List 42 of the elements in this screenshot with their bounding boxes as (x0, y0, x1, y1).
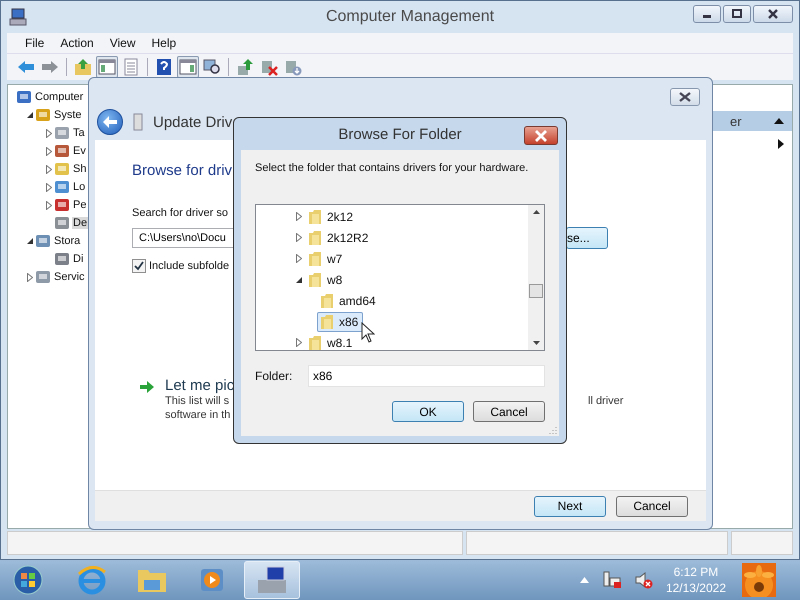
tree-item[interactable]: Ta (72, 127, 86, 139)
heading: Browse for driv (132, 162, 232, 179)
cancel-button[interactable]: Cancel (473, 401, 545, 422)
folder-item[interactable]: w7 (305, 248, 348, 268)
menu-item[interactable]: Action (52, 36, 102, 50)
next-button[interactable]: Next (534, 496, 606, 516)
folder-item[interactable]: w8 (305, 270, 348, 290)
description-text: software in th (165, 408, 230, 422)
tree-item[interactable]: Pe (72, 199, 88, 211)
cancel-button[interactable]: Cancel (616, 496, 688, 516)
header-text: er (730, 114, 742, 128)
field-label: Search for driver so (132, 207, 228, 219)
tree-item[interactable]: Lo (72, 181, 86, 193)
folder-item[interactable]: x86 (317, 312, 364, 332)
tree-item[interactable]: Di (72, 253, 84, 265)
tree-item[interactable]: Servic (53, 271, 86, 283)
tree-item[interactable]: Computer (34, 91, 84, 103)
folder-field[interactable]: x86 (308, 365, 545, 387)
description-text: ll driver (588, 394, 624, 408)
menu-item[interactable]: File (17, 36, 52, 50)
field-label: Folder: (255, 369, 294, 383)
menu-item[interactable]: Help (144, 36, 184, 50)
dialog-title: Browse For Folder (338, 126, 462, 142)
ok-button[interactable]: OK (392, 401, 464, 422)
folder-item[interactable]: 2k12 (305, 206, 358, 226)
checkbox-label: Include subfolde (149, 260, 230, 272)
menu-item[interactable]: View (102, 36, 144, 50)
tree-item[interactable]: Stora (53, 235, 82, 247)
tree-item[interactable]: Syste (53, 109, 83, 121)
date-text: 12/13/2022 (666, 580, 726, 596)
instruction-text: Select the folder that contains drivers for your hardware. (255, 162, 530, 174)
dialog-title: Update Driv (153, 114, 232, 130)
folder-item[interactable]: amd64 (317, 290, 381, 310)
browse-button[interactable]: se... (566, 227, 608, 249)
time-text: 6:12 PM (674, 564, 718, 580)
tree-item[interactable]: De (72, 217, 88, 229)
window-title: Computer Management (324, 8, 496, 26)
folder-item[interactable]: w8.1 (305, 332, 358, 350)
folder-item[interactable]: 2k12R2 (305, 228, 374, 248)
tree-item[interactable]: Sh (72, 163, 88, 175)
description-text: This list will s (165, 394, 230, 408)
tree-item[interactable]: Ev (72, 145, 87, 157)
